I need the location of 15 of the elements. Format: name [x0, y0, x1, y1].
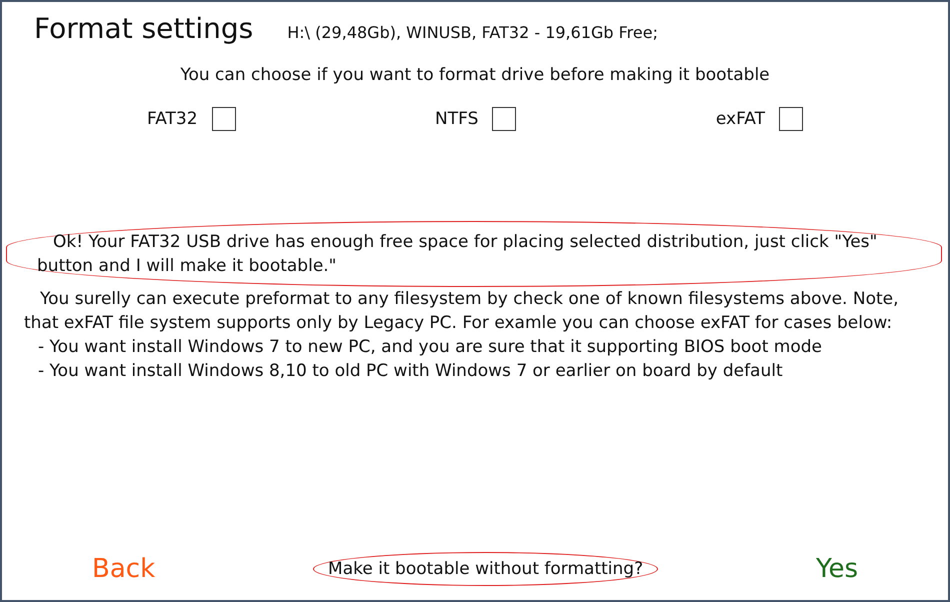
- format-prompt: You can choose if you want to format drive before making it bootable: [179, 65, 771, 85]
- filesystem-label: exFAT: [716, 109, 765, 129]
- yes-button[interactable]: Yes: [806, 550, 868, 588]
- case-item: - You want install Windows 8,10 to old PC with Windows 7 or earlier on board by default: [37, 360, 784, 383]
- filesystem-checkbox[interactable]: [492, 107, 516, 131]
- case-item: - You want install Windows 7 to new PC, and you are sure that it supporting BIOS boot mode: [37, 336, 823, 359]
- format-skip-button[interactable]: Make it bootable without formatting?: [313, 552, 658, 586]
- page-title: Format settings: [34, 12, 254, 45]
- filesystem-label: FAT32: [147, 109, 198, 129]
- filesystem-checkbox[interactable]: [779, 107, 803, 131]
- note-text: You surelly can execute preformat to any filesystem by check one of known filesystems above. Note, that exFAT file system supports only by Legacy PC. For examle you can choose exFAT for cases below:: [24, 288, 900, 335]
- status-message: Ok! Your FAT32 USB drive has enough free space for placing selected distribution, just click "Yes" button and I will make it bootable.": [6, 221, 942, 287]
- filesystem-checkbox[interactable]: [212, 107, 236, 131]
- filesystem-label: NTFS: [435, 109, 478, 129]
- drive-info: H:\ (29,48Gb), WINUSB, FAT32 - 19,61Gb Free;: [287, 23, 658, 42]
